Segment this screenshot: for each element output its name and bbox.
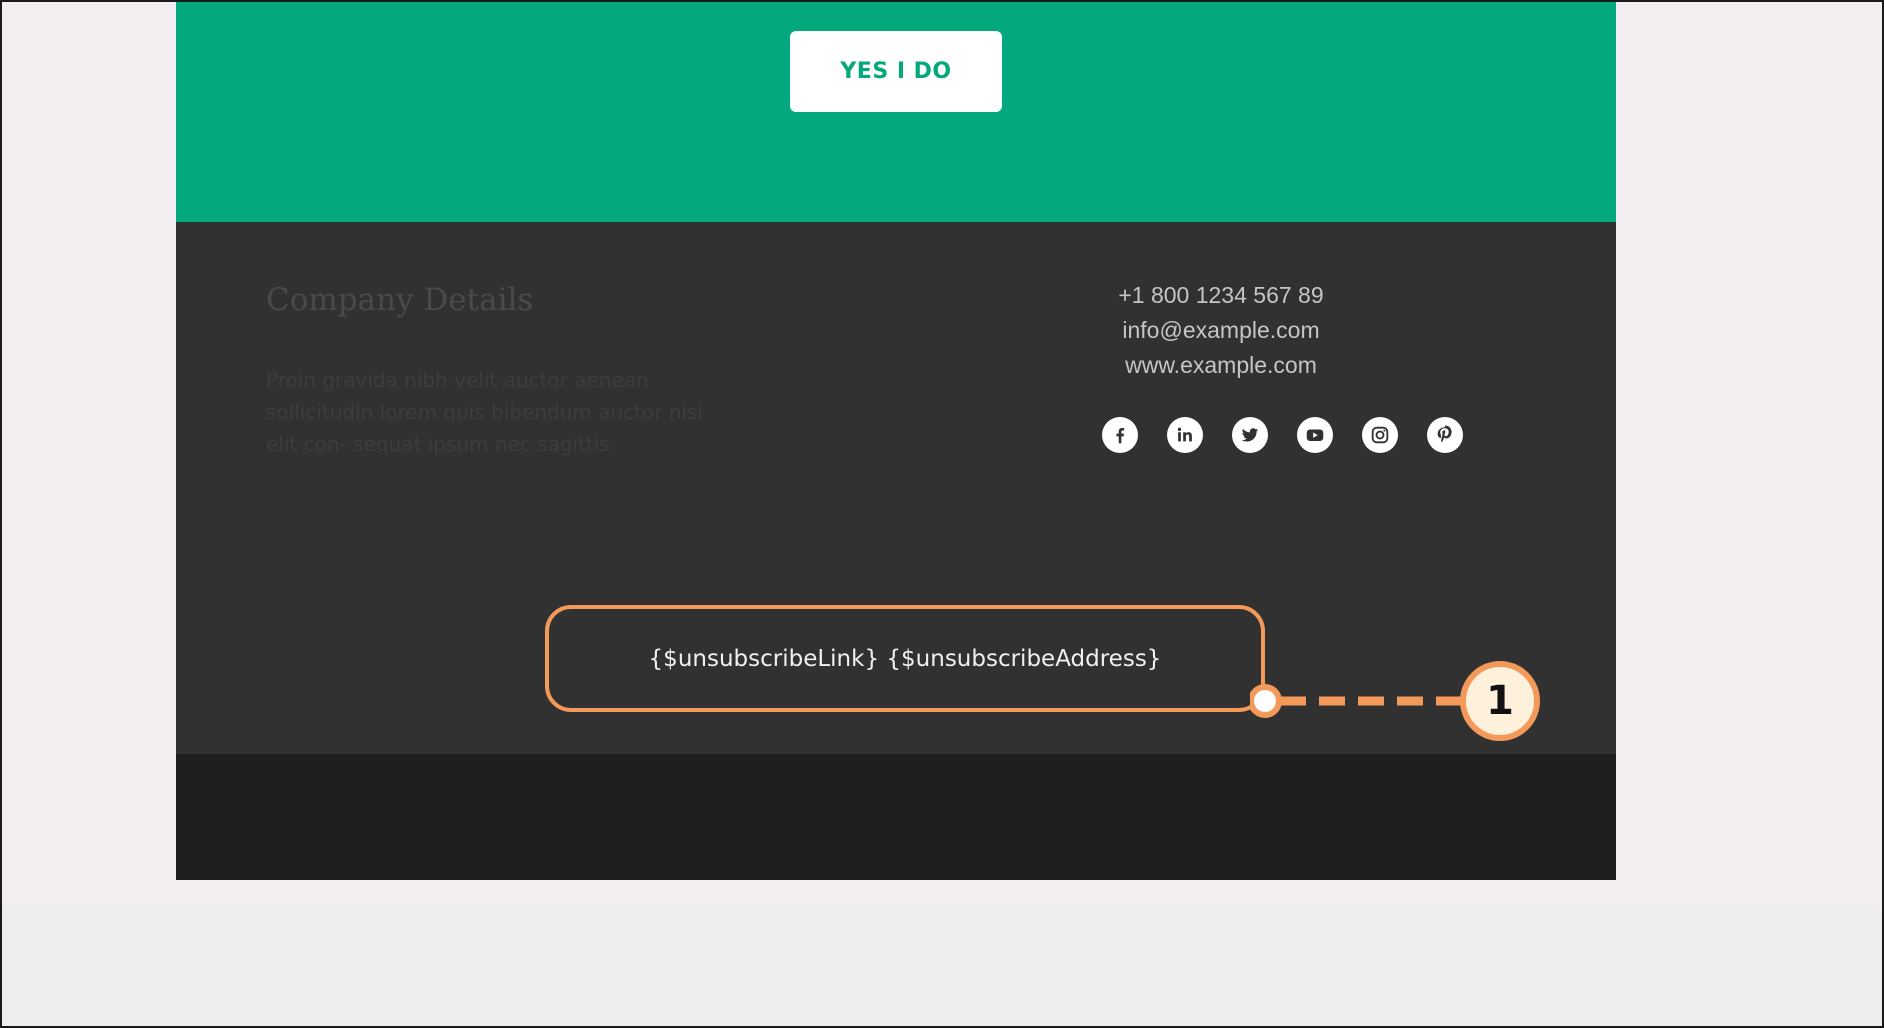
pinterest-icon[interactable] [1427,417,1463,453]
hero-section: YES I DO [176,2,1616,222]
contact-info: +1 800 1234 567 89 info@example.com www.… [1056,278,1386,383]
linkedin-icon[interactable] [1167,417,1203,453]
email-template: YES I DO Company Details Proin gravida n… [176,2,1616,880]
callout-number: 1 [1486,678,1514,724]
yes-i-do-button[interactable]: YES I DO [790,31,1002,112]
callout-anchor-dot [1250,684,1282,718]
phone-number: +1 800 1234 567 89 [1118,282,1324,308]
company-details-title: Company Details [266,282,534,318]
twitter-icon[interactable] [1232,417,1268,453]
youtube-icon[interactable] [1297,417,1333,453]
company-description: Proin gravida nibh velit auctor aenean s… [266,368,704,456]
social-icons [1102,417,1463,453]
unsubscribe-placeholder[interactable]: {$unsubscribeLink} {$unsubscribeAddress} [649,646,1162,672]
website-link[interactable]: www.example.com [1056,348,1386,383]
unsubscribe-highlight: {$unsubscribeLink} {$unsubscribeAddress} [545,605,1265,712]
email-address[interactable]: info@example.com [1056,313,1386,348]
facebook-icon[interactable] [1102,417,1138,453]
instagram-icon[interactable] [1362,417,1398,453]
callout-connector: 1 [1250,661,1540,741]
footer-section: Company Details Proin gravida nibh velit… [176,222,1616,754]
bottom-bar [176,754,1616,880]
